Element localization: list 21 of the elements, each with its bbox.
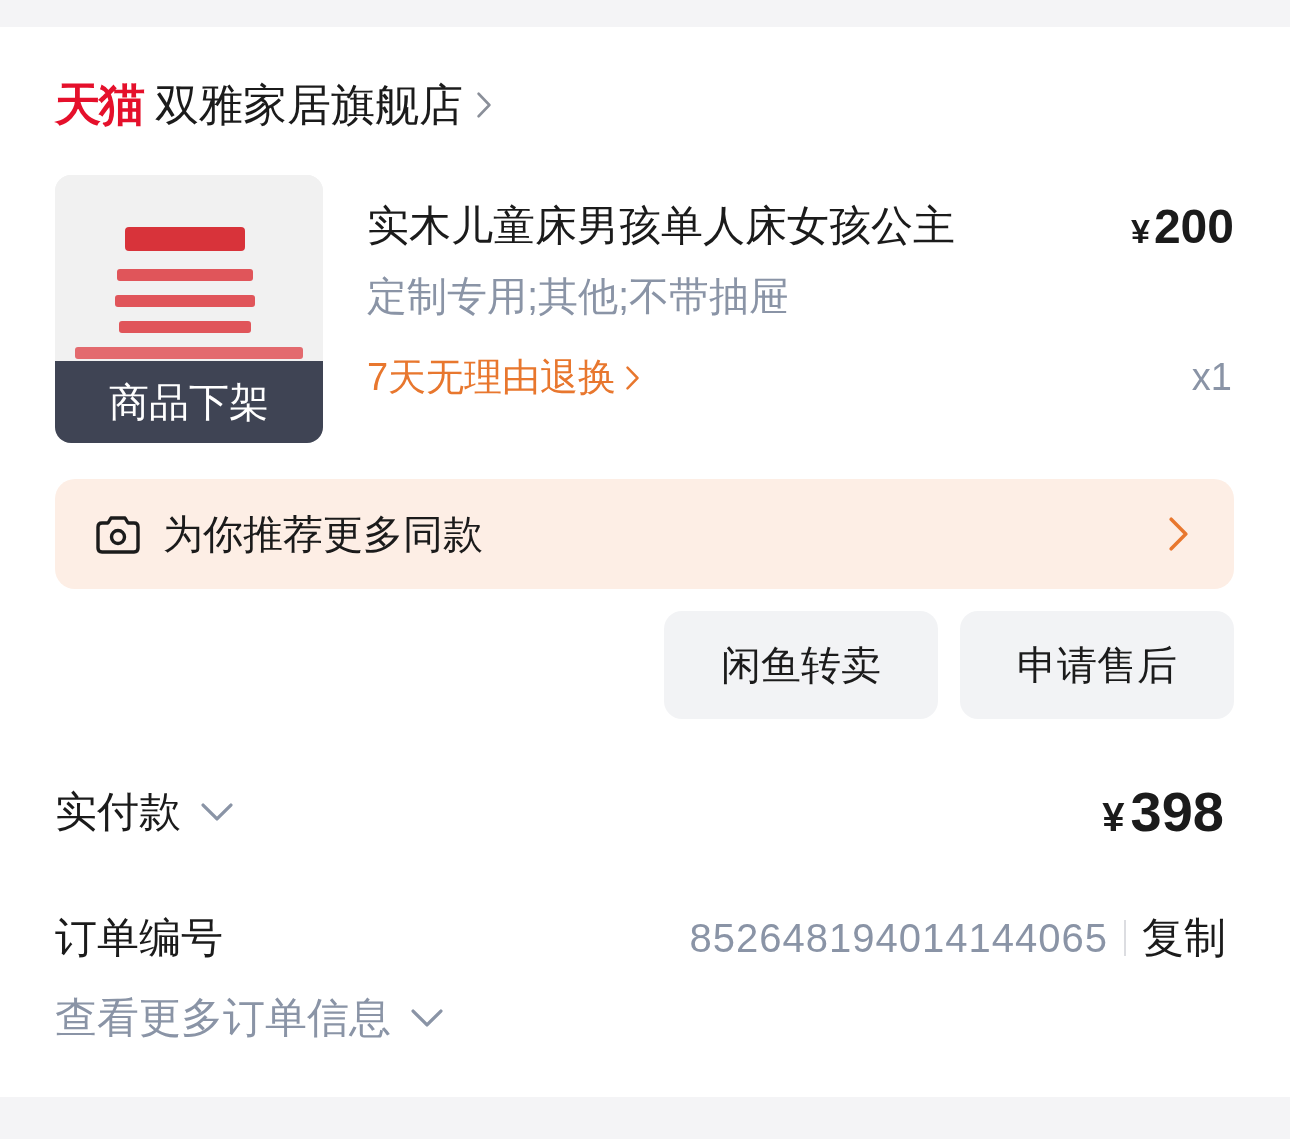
- quantity: x1: [1191, 356, 1232, 399]
- chevron-icon: [201, 802, 233, 821]
- action-button[interactable]: 申请售后: [960, 611, 1234, 719]
- chevron-icon: [411, 1009, 443, 1027]
- store-link[interactable]: 双雅家居旗舰店: [155, 75, 491, 135]
- chevron-right-icon: [626, 365, 640, 390]
- product-price: ¥200: [1131, 198, 1234, 254]
- copy-button[interactable]: 复制: [1142, 910, 1226, 966]
- product-spec: 定制专用;其他;不带抽屉: [367, 273, 791, 320]
- paid-amount: ¥398: [1102, 779, 1224, 844]
- chevron-right-icon: [1169, 517, 1188, 551]
- removed-label: 商品下架: [55, 361, 323, 443]
- order-number: 852648194014144065: [689, 915, 1108, 961]
- recommend-bar[interactable]: 为你推荐更多同款: [55, 479, 1234, 589]
- action-button[interactable]: 闲鱼转卖: [664, 611, 938, 719]
- order-number-label: 订单编号: [55, 913, 223, 963]
- brand-logo: 天猫: [55, 77, 143, 132]
- paid-amount-toggle[interactable]: 实付款: [55, 783, 233, 840]
- product-title: 实木儿童床男孩单人床女孩公主: [367, 201, 955, 251]
- camera-icon: [95, 513, 141, 555]
- chevron-right-icon: [477, 92, 491, 118]
